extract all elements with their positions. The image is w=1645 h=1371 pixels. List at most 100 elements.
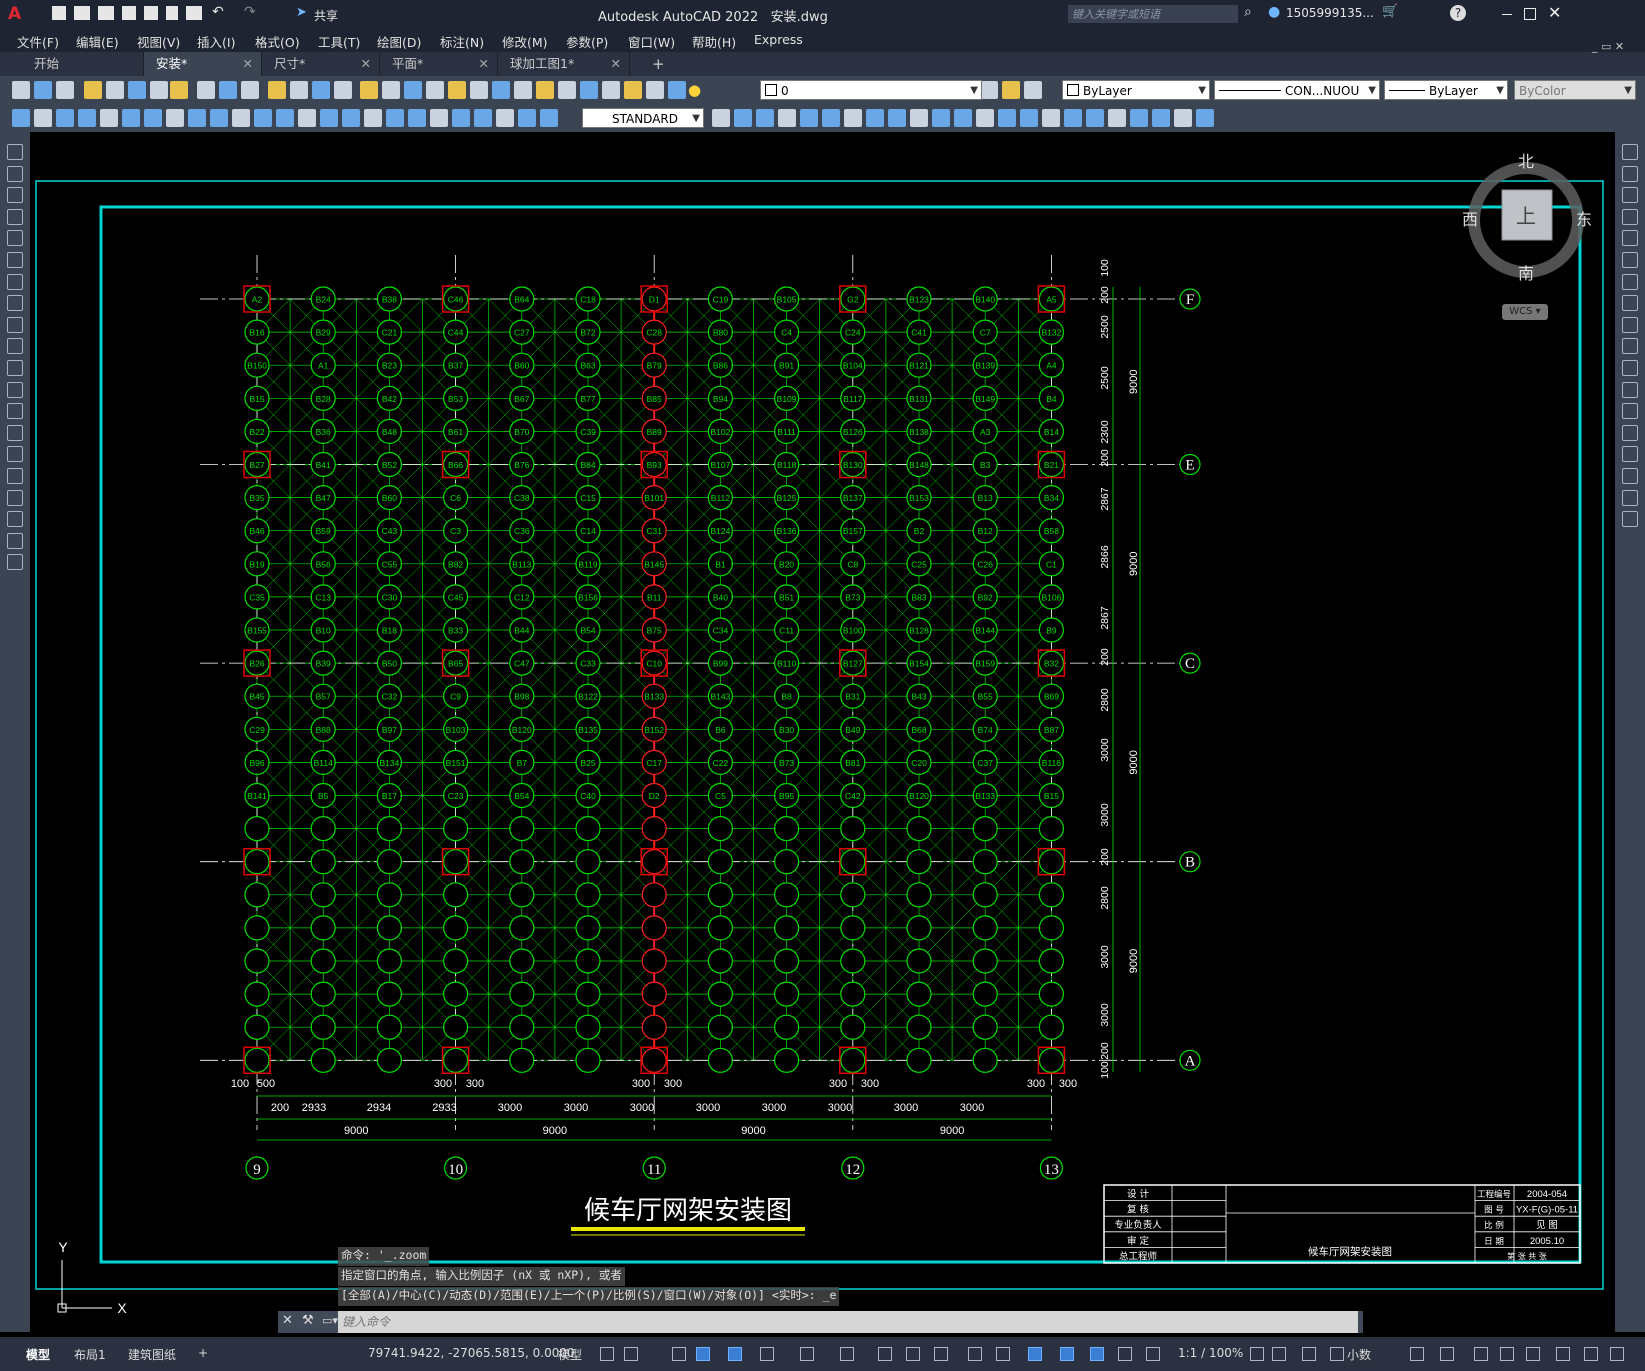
- standard-tool-icon[interactable]: [470, 81, 488, 99]
- menu-parameter[interactable]: 参数(P): [566, 32, 608, 51]
- status-toggle-icon[interactable]: [672, 1347, 686, 1361]
- undo-icon[interactable]: ↶: [212, 4, 224, 20]
- user-name[interactable]: 1505999135...: [1286, 6, 1374, 20]
- status-toggle-icon[interactable]: [1090, 1347, 1104, 1361]
- cart-icon[interactable]: 🛒: [1382, 4, 1398, 19]
- dimension-tool-icon[interactable]: [1020, 109, 1038, 127]
- dimension-tool-icon[interactable]: [712, 109, 730, 127]
- tab-dimension[interactable]: 尺寸* ✕: [262, 52, 380, 76]
- standard-tool-icon[interactable]: [646, 81, 664, 99]
- dimension-tool-icon[interactable]: [144, 109, 162, 127]
- draw-tool-icon[interactable]: [7, 403, 23, 420]
- dimension-tool-icon[interactable]: [822, 109, 840, 127]
- dimension-tool-icon[interactable]: [1042, 109, 1060, 127]
- standard-tool-icon[interactable]: [241, 81, 259, 99]
- standard-tool-icon[interactable]: [1024, 81, 1042, 99]
- modify-tool-icon[interactable]: [1622, 165, 1638, 182]
- draw-tool-icon[interactable]: [7, 446, 23, 463]
- status-toggle-icon[interactable]: [996, 1347, 1010, 1361]
- modify-tool-icon[interactable]: [1622, 230, 1638, 247]
- modify-tool-icon[interactable]: [1622, 187, 1638, 204]
- dimension-tool-icon[interactable]: [998, 109, 1016, 127]
- standard-tool-icon[interactable]: [34, 81, 52, 99]
- dimension-tool-icon[interactable]: [1196, 109, 1214, 127]
- status-toggle-icon[interactable]: [1500, 1347, 1514, 1361]
- command-customize-icon[interactable]: ⚒: [302, 1313, 314, 1328]
- text-style-dropdown[interactable]: STANDARD ▼: [582, 108, 704, 128]
- folder-icon[interactable]: [98, 6, 114, 20]
- standard-tool-icon[interactable]: [360, 81, 378, 99]
- standard-tool-icon[interactable]: [334, 81, 352, 99]
- standard-tool-icon[interactable]: [84, 81, 102, 99]
- modify-tool-icon[interactable]: [1622, 252, 1638, 268]
- status-toggle-icon[interactable]: [1302, 1347, 1316, 1361]
- standard-tool-icon[interactable]: [536, 81, 554, 99]
- modify-tool-icon[interactable]: [1622, 511, 1638, 528]
- lightbulb-icon[interactable]: ●: [688, 81, 701, 99]
- lineweight-dropdown[interactable]: ByLayer ▼: [1384, 80, 1508, 100]
- new-file-icon[interactable]: [52, 6, 66, 20]
- status-toggle-icon[interactable]: [1146, 1347, 1160, 1361]
- menu-modify[interactable]: 修改(M): [502, 32, 548, 51]
- modify-tool-icon[interactable]: [1622, 446, 1638, 463]
- standard-tool-icon[interactable]: [197, 81, 215, 99]
- menu-file[interactable]: 文件(F): [17, 32, 59, 51]
- draw-tool-icon[interactable]: [7, 489, 23, 506]
- draw-tool-icon[interactable]: [7, 532, 23, 549]
- status-toggle-icon[interactable]: [968, 1347, 982, 1361]
- modify-tool-icon[interactable]: [1622, 208, 1638, 225]
- draw-tool-icon[interactable]: [7, 338, 23, 355]
- dimension-tool-icon[interactable]: [408, 109, 426, 127]
- modify-tool-icon[interactable]: [1622, 403, 1638, 420]
- standard-tool-icon[interactable]: [404, 81, 422, 99]
- draw-tool-icon[interactable]: [7, 252, 23, 268]
- status-toggle-icon[interactable]: [696, 1347, 710, 1361]
- dimension-tool-icon[interactable]: [342, 109, 360, 127]
- menu-dimension[interactable]: 标注(N): [440, 32, 484, 51]
- dimension-tool-icon[interactable]: [188, 109, 206, 127]
- redo-icon[interactable]: ↷: [244, 4, 256, 20]
- dimension-tool-icon[interactable]: [954, 109, 972, 127]
- standard-tool-icon[interactable]: [448, 81, 466, 99]
- dimension-tool-icon[interactable]: [166, 109, 184, 127]
- draw-tool-icon[interactable]: [7, 554, 23, 571]
- menu-window[interactable]: 窗口(W): [628, 32, 675, 51]
- status-toggle-icon[interactable]: [906, 1347, 920, 1361]
- tab-ball-drawing[interactable]: 球加工图1* ✕: [498, 52, 630, 76]
- dimension-tool-icon[interactable]: [276, 109, 294, 127]
- user-icon[interactable]: ●: [1268, 4, 1280, 20]
- modify-tool-icon[interactable]: [1622, 273, 1638, 290]
- standard-tool-icon[interactable]: [219, 81, 237, 99]
- status-toggle-icon[interactable]: [1118, 1347, 1132, 1361]
- modify-tool-icon[interactable]: [1622, 381, 1638, 398]
- dimension-tool-icon[interactable]: [1064, 109, 1082, 127]
- dimension-tool-icon[interactable]: [1108, 109, 1126, 127]
- open-file-icon[interactable]: [74, 6, 90, 20]
- maximize-icon[interactable]: [1524, 8, 1536, 20]
- dimension-tool-icon[interactable]: [1086, 109, 1104, 127]
- share-icon[interactable]: ➤: [296, 5, 307, 20]
- status-toggle-icon[interactable]: [800, 1347, 814, 1361]
- status-toggle-icon[interactable]: [934, 1347, 948, 1361]
- search-icon[interactable]: ⌕: [1244, 4, 1252, 20]
- draw-tool-icon[interactable]: [7, 511, 23, 528]
- save-icon[interactable]: [122, 6, 136, 20]
- status-toggle-icon[interactable]: [728, 1347, 742, 1361]
- standard-tool-icon[interactable]: [602, 81, 620, 99]
- standard-tool-icon[interactable]: [170, 81, 188, 99]
- menu-tools[interactable]: 工具(T): [318, 32, 360, 51]
- dimension-tool-icon[interactable]: [976, 109, 994, 127]
- close-tab-icon[interactable]: ✕: [611, 52, 621, 76]
- standard-tool-icon[interactable]: [980, 81, 998, 99]
- dimension-tool-icon[interactable]: [56, 109, 74, 127]
- draw-tool-icon[interactable]: [7, 165, 23, 182]
- close-tab-icon[interactable]: ✕: [243, 52, 253, 76]
- viewcube-south[interactable]: 南: [1518, 260, 1534, 284]
- command-prompt-icon[interactable]: ▭▾: [322, 1314, 338, 1327]
- dimension-tool-icon[interactable]: [452, 109, 470, 127]
- dimension-tool-icon[interactable]: [932, 109, 950, 127]
- standard-tool-icon[interactable]: [290, 81, 308, 99]
- dimension-tool-icon[interactable]: [12, 109, 30, 127]
- modify-tool-icon[interactable]: [1622, 468, 1638, 484]
- dimension-tool-icon[interactable]: [254, 109, 272, 127]
